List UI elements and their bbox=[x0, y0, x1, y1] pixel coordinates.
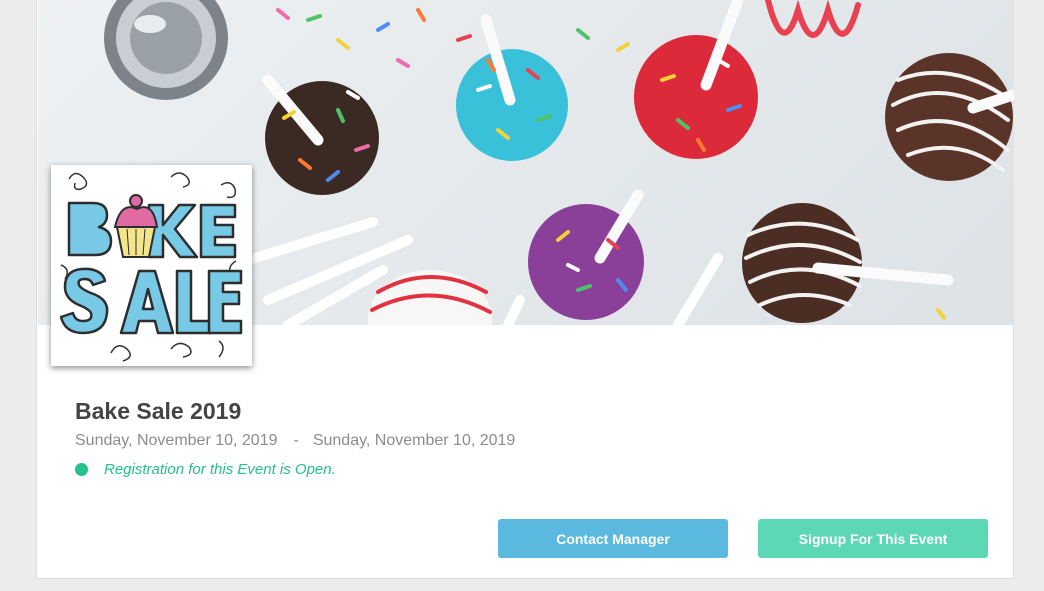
logo-sale-lettering bbox=[59, 267, 243, 335]
event-start-date: Sunday, November 10, 2019 bbox=[75, 432, 278, 449]
contact-manager-button[interactable]: Contact Manager bbox=[498, 519, 728, 558]
event-card: Bake Sale 2019 Sunday, November 10, 2019… bbox=[36, 0, 1014, 579]
event-dates: Sunday, November 10, 2019- Sunday, Novemb… bbox=[75, 432, 515, 450]
signup-event-button[interactable]: Signup For This Event bbox=[758, 519, 988, 558]
event-title: Bake Sale 2019 bbox=[75, 398, 242, 424]
registration-status: Registration for this Event is Open. bbox=[75, 461, 336, 478]
registration-status-text: Registration for this Event is Open. bbox=[104, 461, 336, 478]
status-dot-icon bbox=[75, 463, 88, 476]
event-end-date: Sunday, November 10, 2019 bbox=[312, 432, 516, 449]
event-logo bbox=[51, 165, 252, 366]
date-separator: - bbox=[293, 432, 299, 449]
